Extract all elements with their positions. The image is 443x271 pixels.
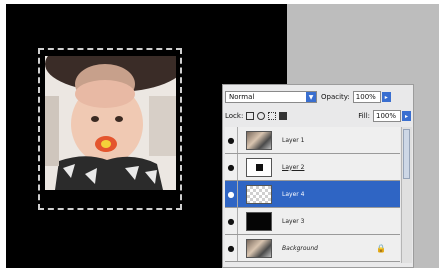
layer-thumbnail xyxy=(246,184,272,204)
layer-name: Layer 2 xyxy=(282,163,305,171)
layers-list: ● Layer 1 ● Layer 2 ● Layer 4 ● Layer 3 … xyxy=(225,127,400,262)
lock-icon: 🔒 xyxy=(376,244,386,253)
layer-thumbnail xyxy=(246,157,272,177)
layers-scrollbar[interactable] xyxy=(401,127,412,263)
visibility-eye-icon[interactable]: ● xyxy=(225,154,238,180)
visibility-eye-icon[interactable]: ● xyxy=(225,235,238,261)
blend-mode-value: Normal xyxy=(229,93,255,101)
opacity-arrow-icon[interactable]: ▸ xyxy=(381,92,391,102)
layer-row-background[interactable]: ● Background 🔒 xyxy=(225,235,400,262)
layer-thumbnail xyxy=(246,238,272,258)
layer-row-layer-3[interactable]: ● Layer 3 xyxy=(225,208,400,235)
layer-row-layer-1[interactable]: ● Layer 1 xyxy=(225,127,400,154)
opacity-field[interactable]: 100% xyxy=(352,91,381,103)
layers-panel: Normal ▼ Opacity: 100% ▸ Lock: Fill: 100… xyxy=(222,84,414,268)
layer-name: Background xyxy=(282,244,318,252)
visibility-eye-icon[interactable]: ● xyxy=(225,208,238,234)
fill-field[interactable]: 100% xyxy=(373,110,401,122)
visibility-eye-icon[interactable]: ● xyxy=(225,181,238,207)
layer-name: Layer 3 xyxy=(282,217,305,225)
lock-label: Lock: xyxy=(225,112,244,120)
lock-all-icon[interactable] xyxy=(279,112,288,120)
layer-name: Layer 1 xyxy=(282,136,305,144)
lock-transparent-icon[interactable] xyxy=(246,112,255,120)
layers-toolbar: Normal ▼ Opacity: 100% ▸ xyxy=(225,89,411,105)
layer-row-layer-2[interactable]: ● Layer 2 xyxy=(225,154,400,181)
layer-thumbnail xyxy=(246,130,272,150)
fill-arrow-icon[interactable]: ▸ xyxy=(402,111,411,121)
fill-label: Fill: xyxy=(358,112,370,120)
marquee-selection[interactable] xyxy=(38,48,182,210)
layer-row-layer-4[interactable]: ● Layer 4 xyxy=(225,181,400,208)
photoshop-workspace: Normal ▼ Opacity: 100% ▸ Lock: Fill: 100… xyxy=(0,0,443,271)
blend-mode-select[interactable]: Normal ▼ xyxy=(225,91,317,103)
layer-name: Layer 4 xyxy=(282,190,305,198)
opacity-label: Opacity: xyxy=(321,93,350,101)
visibility-eye-icon[interactable]: ● xyxy=(225,127,238,153)
lock-pixels-icon[interactable] xyxy=(257,112,266,120)
chevron-down-icon[interactable]: ▼ xyxy=(306,92,316,102)
lock-row: Lock: Fill: 100% ▸ xyxy=(225,109,411,123)
layer-thumbnail xyxy=(246,211,272,231)
scrollbar-thumb[interactable] xyxy=(403,129,410,179)
lock-position-icon[interactable] xyxy=(268,112,277,120)
